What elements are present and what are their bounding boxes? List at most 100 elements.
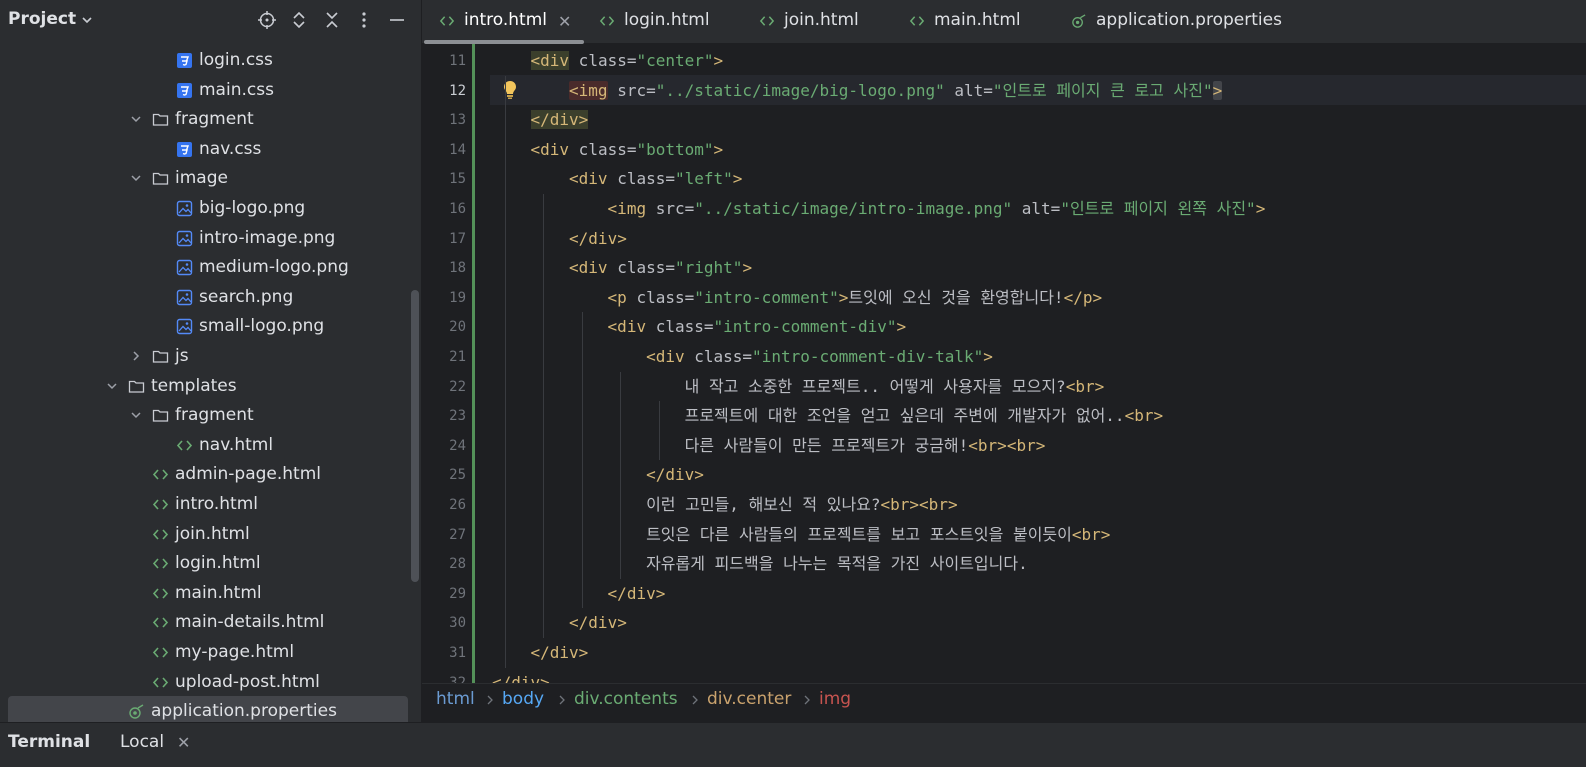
close-icon[interactable]: ✕	[177, 733, 190, 752]
css-file-icon	[177, 141, 192, 157]
tree-item[interactable]: nav.css	[0, 134, 410, 164]
tree-item[interactable]: my-page.html	[0, 637, 410, 667]
html-file-icon	[152, 558, 169, 569]
tree-item[interactable]: upload-post.html	[0, 667, 410, 697]
code-line[interactable]: </div>	[569, 608, 627, 638]
code-line[interactable]: </div>	[608, 579, 666, 609]
code-line[interactable]: 자유롭게 피드백을 나누는 목적을 가진 사이트입니다.	[646, 549, 1028, 579]
tree-item[interactable]: medium-logo.png	[0, 252, 410, 282]
breadcrumb-item[interactable]: div.contents	[574, 689, 678, 709]
tree-item[interactable]: admin-page.html	[0, 459, 410, 489]
tree-item[interactable]: join.html	[0, 519, 410, 549]
code-line[interactable]: <div class="intro-comment-div-talk">	[646, 342, 993, 372]
tree-item[interactable]: main.html	[0, 578, 410, 608]
code-token: >	[896, 317, 907, 337]
css-file-icon	[177, 82, 192, 98]
tree-item[interactable]: fragment	[0, 104, 410, 134]
project-title[interactable]: Project	[8, 9, 76, 29]
chevron-right-icon	[487, 695, 493, 705]
code-line[interactable]: 이런 고민들, 해보신 적 있나요?<br><br>	[646, 490, 958, 520]
breadcrumb-item[interactable]: img	[819, 689, 851, 709]
breadcrumb-item[interactable]: body	[502, 689, 544, 709]
code-editor[interactable]: 11 12 13 14 15 16 17 18 19 20 21 22 23 24 25 26 27 28 29 30…	[422, 44, 1586, 683]
tree-item-label: js	[175, 346, 189, 366]
code-line[interactable]: <img src="../static/image/big-logo.png" …	[569, 76, 1223, 106]
tree-item[interactable]: login.html	[0, 548, 410, 578]
chevron-down-icon[interactable]	[106, 380, 118, 392]
code-line[interactable]: 트잇은 다른 사람들의 프로젝트를 보고 포스트잇을 붙이듯이<br>	[646, 520, 1110, 550]
code-token: <br>	[1071, 524, 1111, 544]
folder-icon	[152, 410, 169, 422]
chevron-right-icon[interactable]	[130, 350, 142, 362]
html-file-icon	[909, 16, 925, 26]
locate-icon[interactable]	[257, 10, 277, 30]
code-line[interactable]: 내 작고 소중한 프로젝트.. 어떻게 사용자를 모으지?<br>	[685, 372, 1105, 402]
chevron-right-icon	[692, 695, 698, 705]
code-line[interactable]: <img src="../static/image/intro-image.pn…	[608, 194, 1266, 224]
chevron-right-icon	[559, 695, 565, 705]
indent-guide	[504, 75, 506, 668]
tree-item[interactable]: login.css	[0, 45, 410, 75]
code-token: <br>	[1065, 376, 1105, 396]
tree-item[interactable]: big-logo.png	[0, 193, 410, 223]
code-line[interactable]: <div class="intro-comment-div">	[608, 312, 907, 342]
tree-item[interactable]: application.properties	[8, 696, 408, 722]
breadcrumb-item[interactable]: html	[436, 689, 475, 709]
indent-guide	[581, 312, 583, 609]
tree-item[interactable]: main-details.html	[0, 607, 410, 637]
tree-item[interactable]: fragment	[0, 400, 410, 430]
tree-item[interactable]: search.png	[0, 282, 410, 312]
line-number: 22	[449, 378, 466, 395]
code-line[interactable]: <div class="left">	[569, 164, 742, 194]
tree-item-label: login.html	[175, 553, 261, 574]
project-tree-scrollbar[interactable]	[411, 290, 419, 582]
code-line[interactable]: 프로젝트에 대한 조언을 얻고 싶은데 주변에 개발자가 없어..<br>	[685, 401, 1164, 431]
tree-item[interactable]: nav.html	[0, 430, 410, 460]
code-line[interactable]: </div>	[492, 668, 550, 683]
code-line[interactable]: <div class="right">	[569, 253, 752, 283]
line-number: 29	[449, 585, 466, 602]
code-token: </div>	[569, 613, 627, 633]
code-line[interactable]: <div class="center">	[530, 46, 723, 76]
code-line[interactable]: </div>	[569, 224, 627, 254]
code-line[interactable]: <div class="bottom">	[531, 135, 724, 165]
code-token: >	[732, 169, 743, 189]
tree-item[interactable]: js	[0, 341, 410, 371]
chevron-down-icon[interactable]	[80, 13, 94, 27]
code-line[interactable]: 다른 사람들이 만든 프로젝트가 궁금해!<br><br>	[685, 431, 1046, 461]
html-file-icon	[759, 16, 775, 26]
chevron-down-icon[interactable]	[130, 113, 142, 125]
code-token: class=	[646, 317, 714, 337]
minimize-icon[interactable]	[387, 10, 407, 30]
code-token: "../static/image/big-logo.png"	[655, 80, 945, 100]
code-token: >	[1212, 80, 1223, 100]
tree-item[interactable]: templates	[0, 371, 410, 401]
code-token: class=	[626, 287, 695, 307]
code-line[interactable]: </div>	[531, 638, 589, 668]
tree-item[interactable]: image	[0, 163, 410, 193]
tab-label: login.html	[624, 10, 710, 30]
tree-item[interactable]: small-logo.png	[0, 311, 410, 341]
tree-item[interactable]: intro-image.png	[0, 223, 410, 253]
code-token: 트잇에 오신 것을 환영합니다!	[848, 287, 1064, 307]
html-file-icon	[152, 647, 169, 658]
line-number: 24	[449, 437, 466, 454]
code-token: >	[742, 258, 753, 278]
breadcrumb-item[interactable]: div.center	[707, 689, 791, 709]
code-line[interactable]: </div>	[646, 460, 704, 490]
collapse-all-icon[interactable]	[322, 10, 342, 30]
expand-all-icon[interactable]	[289, 10, 309, 30]
code-token: </div>	[569, 228, 627, 248]
line-number: 19	[449, 289, 466, 306]
more-options-icon[interactable]	[354, 10, 374, 30]
vcs-change-marker[interactable]	[472, 44, 475, 683]
code-line[interactable]: </div>	[530, 105, 589, 135]
code-line[interactable]: <p class="intro-comment">트잇에 오신 것을 환영합니다…	[608, 283, 1103, 313]
chevron-down-icon[interactable]	[130, 172, 142, 184]
tree-item[interactable]: main.css	[0, 75, 410, 105]
chevron-down-icon[interactable]	[130, 409, 142, 421]
terminal-title[interactable]: Terminal	[8, 732, 90, 752]
close-icon[interactable]: ✕	[558, 12, 571, 31]
terminal-tab-local[interactable]: Local	[120, 732, 164, 752]
tree-item[interactable]: intro.html	[0, 489, 410, 519]
